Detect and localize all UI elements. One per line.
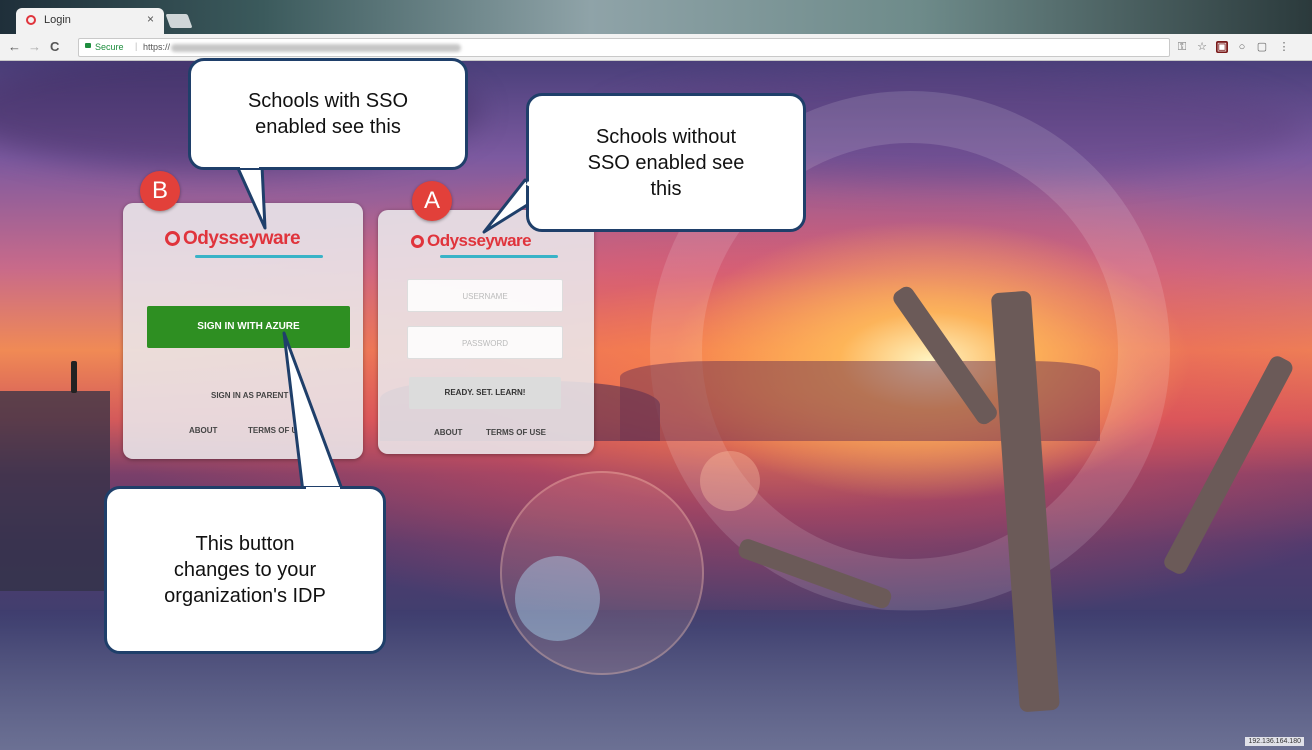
browser-tab-login[interactable]: Login × [16, 8, 164, 34]
browser-toolbar: ← → C Secure | https:// ⚿ ☆ ▣ ○ ▢ ⋮ [0, 34, 1312, 61]
logo-tagline [440, 255, 558, 258]
sso-callout: Schools with SSO enabled see this [188, 58, 468, 170]
secure-label: Secure [95, 42, 124, 52]
odysseyware-favicon-icon [26, 15, 36, 25]
person-silhouette [71, 361, 77, 393]
address-bar[interactable]: Secure | https:// [78, 38, 1170, 57]
lens-flare [700, 451, 760, 511]
tab-title: Login [44, 14, 71, 26]
new-tab-button[interactable] [165, 14, 193, 28]
badge-b: B [140, 171, 180, 211]
password-field[interactable]: PASSWORD [407, 326, 563, 359]
url-redacted [171, 44, 461, 52]
lock-icon [85, 43, 91, 48]
sso-callout-text: Schools with SSO enabled see this [247, 90, 409, 138]
no-sso-callout: Schools without SSO enabled see this [526, 93, 806, 232]
key-icon[interactable]: ⚿ [1176, 41, 1188, 53]
url-prefix: https:// [143, 42, 171, 52]
logo-text: Odysseyware [183, 228, 301, 249]
sign-in-with-azure-button[interactable]: SIGN IN WITH AZURE [147, 306, 350, 348]
cliff-left [0, 391, 110, 591]
odysseyware-logo: Odysseyware [165, 228, 301, 250]
standard-login-card: Odysseyware USERNAME PASSWORD READY. SET… [378, 210, 594, 454]
dead-tree-branch [1161, 353, 1296, 577]
badge-a: A [412, 181, 452, 221]
odysseyware-logo-icon [165, 231, 180, 246]
ip-address-label: 192.136.164.180 [1245, 737, 1304, 746]
terms-of-use-link[interactable]: TERMS OF USE [248, 426, 308, 435]
terms-of-use-link[interactable]: TERMS OF USE [486, 428, 546, 437]
odysseyware-logo: Odysseyware [411, 231, 532, 251]
ready-set-learn-button[interactable]: READY. SET. LEARN! [409, 377, 561, 409]
forward-arrow-icon[interactable]: → [28, 39, 41, 54]
username-field[interactable]: USERNAME [407, 279, 563, 312]
logo-tagline [195, 255, 323, 258]
url-separator: | [135, 41, 138, 51]
idp-callout-text: This button changes to your organization… [164, 533, 326, 607]
sign-in-as-parent-link[interactable]: SIGN IN AS PARENT [211, 391, 288, 400]
extension-icon[interactable]: ▣ [1216, 41, 1228, 53]
tab-close-icon[interactable]: × [147, 12, 154, 26]
reload-icon[interactable]: C [50, 39, 59, 54]
back-arrow-icon[interactable]: ← [8, 39, 21, 54]
circle-icon[interactable]: ○ [1236, 41, 1248, 53]
menu-icon[interactable]: ⋮ [1278, 41, 1290, 53]
no-sso-callout-text: Schools without SSO enabled see this [587, 125, 745, 200]
idp-callout: This button changes to your organization… [104, 486, 386, 654]
lens-flare [515, 556, 600, 641]
sso-login-card: Odysseyware SIGN IN WITH AZURE SIGN IN A… [123, 203, 363, 459]
square-icon[interactable]: ▢ [1256, 41, 1268, 53]
about-link[interactable]: ABOUT [434, 428, 462, 437]
browser-tabstrip: Login × [0, 0, 1312, 34]
star-icon[interactable]: ☆ [1196, 41, 1208, 53]
logo-text: Odysseyware [427, 231, 532, 250]
odysseyware-logo-icon [411, 235, 424, 248]
about-link[interactable]: ABOUT [189, 426, 217, 435]
